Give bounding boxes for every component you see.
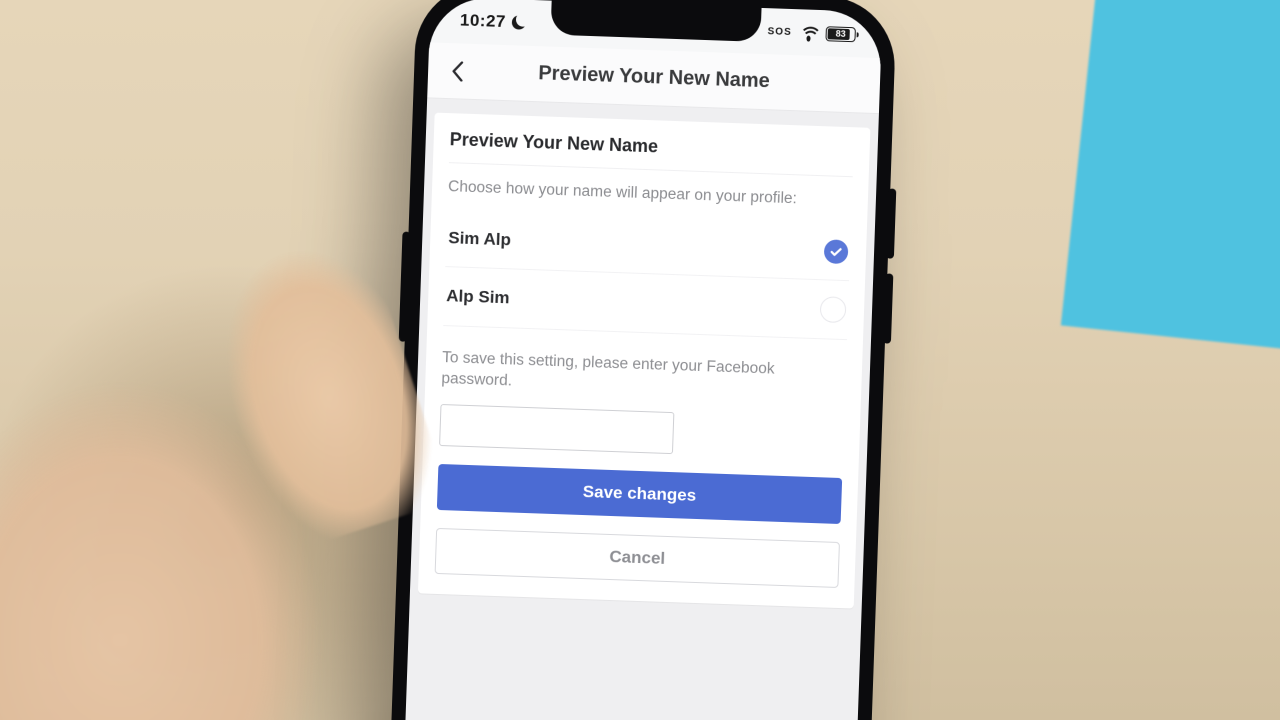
- password-input[interactable]: [439, 404, 675, 454]
- battery-icon: 83: [825, 26, 856, 42]
- cancel-button[interactable]: Cancel: [435, 528, 840, 588]
- phone-screen: 10:27 SOS 83: [398, 0, 883, 720]
- phone-notch: [550, 1, 761, 42]
- name-option-label: Sim Alp: [448, 228, 511, 250]
- back-button[interactable]: [440, 53, 475, 88]
- do-not-disturb-icon: [512, 15, 526, 29]
- status-left: 10:27: [452, 10, 527, 33]
- wifi-icon: [799, 26, 817, 40]
- unselected-check-icon: [820, 296, 847, 323]
- battery-percent: 83: [836, 29, 846, 39]
- phone: 10:27 SOS 83: [383, 0, 897, 720]
- scene-background: 10:27 SOS 83: [0, 0, 1280, 720]
- status-right: SOS 83: [767, 24, 860, 42]
- selected-check-icon: [824, 239, 849, 264]
- save-changes-button[interactable]: Save changes: [437, 464, 842, 524]
- power-button: [399, 232, 411, 342]
- password-help-text: To save this setting, please enter your …: [441, 326, 847, 418]
- chevron-left-icon: [450, 61, 464, 81]
- content-area: Preview Your New Name Choose how your na…: [398, 98, 879, 720]
- sos-indicator: SOS: [767, 26, 791, 38]
- page-title: Preview Your New Name: [474, 60, 869, 97]
- preview-card: Preview Your New Name Choose how your na…: [418, 113, 871, 609]
- hand-silhouette: [0, 120, 460, 720]
- volume-up-button: [886, 188, 896, 258]
- status-time: 10:27: [460, 10, 507, 32]
- name-option-label: Alp Sim: [446, 286, 510, 308]
- volume-down-button: [883, 273, 893, 343]
